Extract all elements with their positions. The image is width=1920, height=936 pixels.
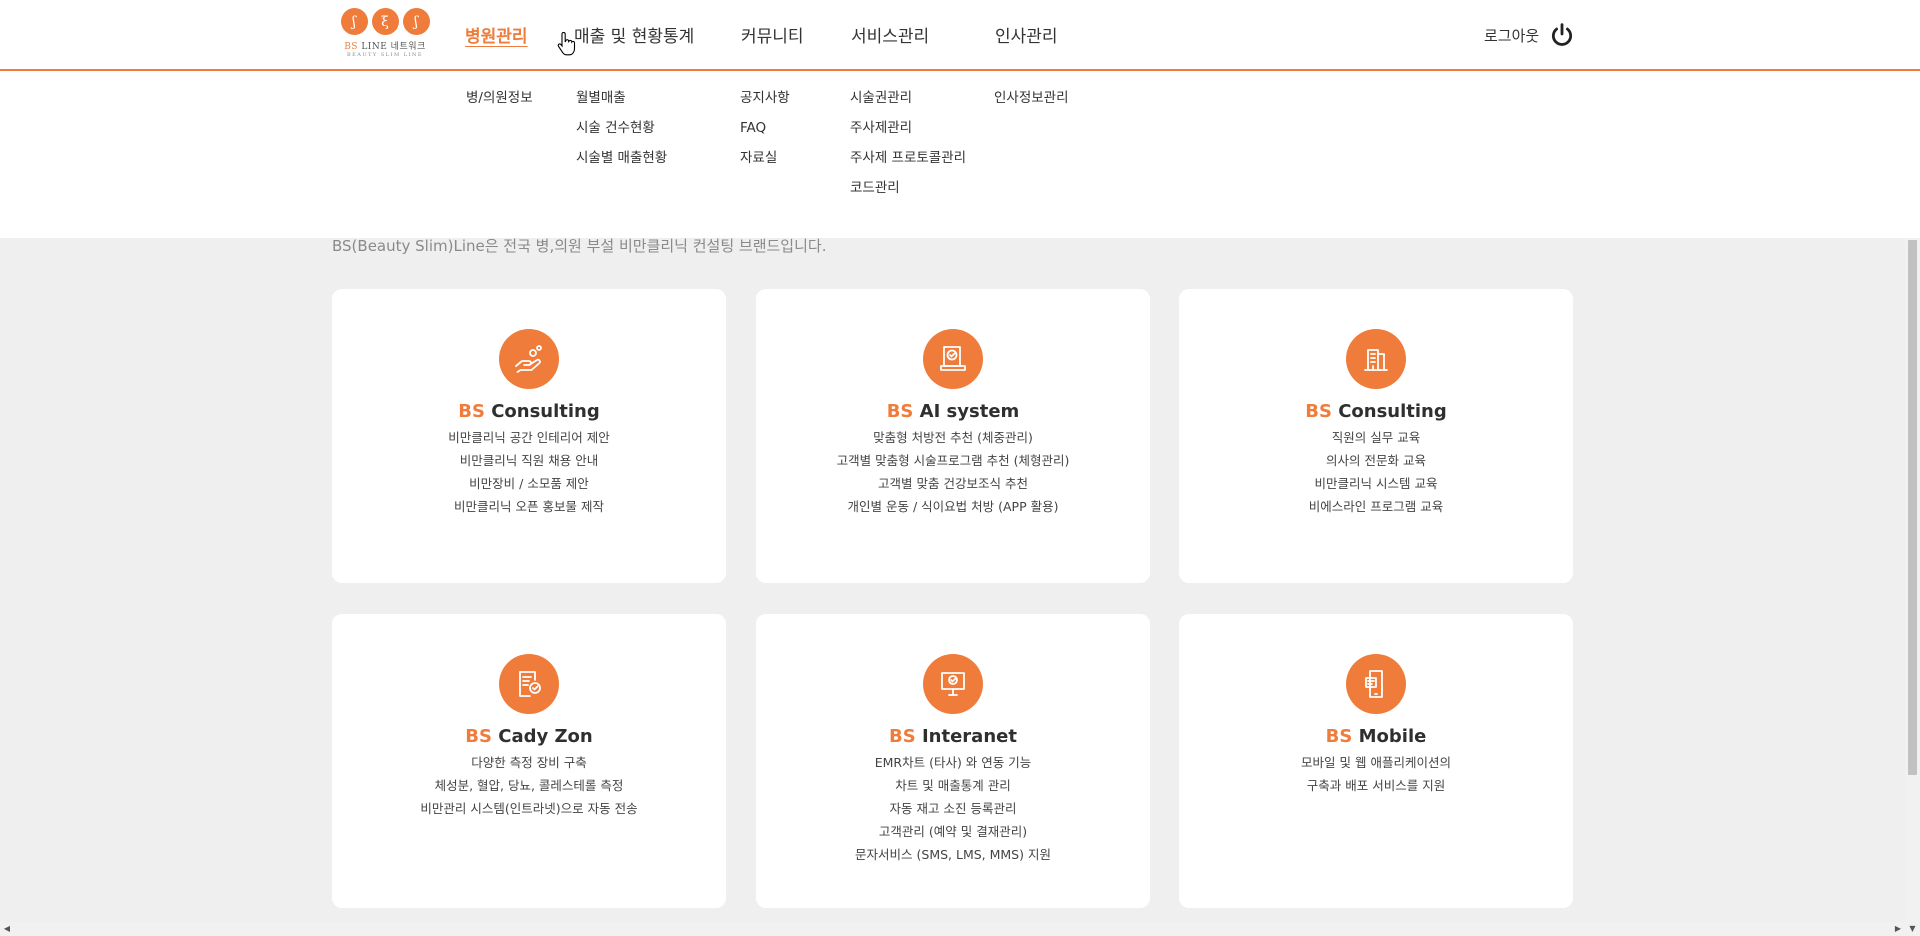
card-line: 모바일 및 웹 애플리케이션의 [1301, 755, 1451, 770]
logo-bs: BS [344, 42, 358, 52]
card-title: BS Cady Zon [332, 726, 726, 747]
submenu-item-monthly-sales[interactable]: 월별매출 [576, 89, 667, 107]
card-title: BS AI system [756, 401, 1150, 422]
hand-cursor-icon [557, 32, 576, 56]
card-line: EMR차트 (타사) 와 연동 기능 [874, 755, 1032, 770]
card-title: BS Mobile [1179, 726, 1573, 747]
horizontal-scrollbar[interactable]: ◀ ▶ [0, 922, 1905, 936]
document-check-icon [923, 329, 983, 389]
logo-tagline: BEAUTY SLIM LINE [346, 52, 424, 58]
submenu-item-injection-protocol[interactable]: 주사제 프로토콜관리 [850, 149, 966, 167]
intro-text: BS(Beauty Slim)Line은 전국 병,의원 부설 비만클리닉 컨설… [332, 237, 827, 255]
card-title-bs: BS [886, 401, 914, 422]
card-line: 차트 및 매출통계 관리 [895, 778, 1011, 793]
submenu-item-resources[interactable]: 자료실 [740, 149, 790, 167]
submenu-sales: 월별매출 시술 건수현황 시술별 매출현황 [576, 89, 667, 167]
card-line: 직원의 실무 교육 [1331, 430, 1421, 445]
submenu-item-faq[interactable]: FAQ [740, 119, 790, 137]
logo-circle: ʃ [402, 8, 430, 35]
scroll-left-arrow-icon[interactable]: ◀ [0, 922, 14, 936]
service-card: BS Interanet EMR차트 (타사) 와 연동 기능 차트 및 매출통… [756, 614, 1150, 908]
card-line: 고객별 맞춤형 시술프로그램 추천 (체형관리) [836, 453, 1070, 468]
card-line: 자동 재고 소진 등록관리 [889, 801, 1017, 816]
nav-hr-management[interactable]: 인사관리 [995, 22, 1058, 47]
submenu-hr: 인사정보관리 [994, 89, 1069, 107]
submenu-hospital: 병/의원정보 [466, 89, 533, 107]
submenu-item-procedure-sales[interactable]: 시술별 매출현황 [576, 149, 667, 167]
card-line: 비만장비 / 소모품 제안 [469, 476, 589, 491]
card-title: BS Consulting [332, 401, 726, 422]
submenu-item-code[interactable]: 코드관리 [850, 179, 966, 197]
hand-coins-icon [499, 329, 559, 389]
card-line: 의사의 전문화 교육 [1326, 453, 1426, 468]
logo-circle: ξ [371, 8, 399, 35]
service-card: BS Mobile 모바일 및 웹 애플리케이션의 구축과 배포 서비스를 지원 [1179, 614, 1573, 908]
logo-brand: LINE 네트워크 [357, 42, 426, 52]
card-title: BS Consulting [1179, 401, 1573, 422]
logo-circle: ʃ [340, 8, 368, 35]
card-line: 구축과 배포 서비스를 지원 [1306, 778, 1446, 793]
card-line: 체성분, 혈압, 당뇨, 콜레스테롤 측정 [434, 778, 624, 793]
card-line: 비에스라인 프로그램 교육 [1308, 499, 1444, 514]
checklist-icon [499, 654, 559, 714]
card-line: 비만클리닉 시스템 교육 [1314, 476, 1438, 491]
card-line: 비만클리닉 오픈 홍보물 제작 [454, 499, 604, 514]
card-title-bs: BS [889, 726, 916, 747]
card-title-text: Consulting [1331, 401, 1447, 422]
service-card: BS Cady Zon 다양한 측정 장비 구축 체성분, 혈압, 당뇨, 콜레… [332, 614, 726, 908]
card-line: 문자서비스 (SMS, LMS, MMS) 지원 [855, 847, 1051, 862]
card-title-text: AI system [913, 401, 1020, 422]
card-title-text: Consulting [484, 401, 600, 422]
card-line: 다양한 측정 장비 구축 [471, 755, 587, 770]
mobile-icon [1346, 654, 1406, 714]
card-title-bs: BS [1325, 726, 1353, 747]
nav-community[interactable]: 커뮤니티 [741, 22, 804, 47]
card-title-bs: BS [465, 726, 492, 747]
nav-dropdown-panel: 병/의원정보 월별매출 시술 건수현황 시술별 매출현황 공지사항 FAQ 자료… [0, 71, 1920, 238]
scroll-down-arrow-icon[interactable]: ▼ [1905, 922, 1920, 936]
brand-logo[interactable]: ʃ ξ ʃ BS LINE 네트워크 BEAUTY SLIM LINE [338, 8, 432, 60]
scrollbar-thumb[interactable] [1908, 240, 1917, 775]
submenu-item-clinic-info[interactable]: 병/의원정보 [466, 89, 533, 107]
building-icon [1346, 329, 1406, 389]
card-title-text: Mobile [1352, 726, 1427, 747]
card-line: 비만클리닉 공간 인테리어 제안 [448, 430, 610, 445]
service-card: BS Consulting 비만클리닉 공간 인테리어 제안 비만클리닉 직원 … [332, 289, 726, 583]
card-line: 비만관리 시스템(인트라넷)으로 자동 전송 [420, 801, 638, 816]
vertical-scrollbar[interactable]: ▼ [1905, 238, 1920, 936]
card-title: BS Interanet [756, 726, 1150, 747]
submenu-item-procedure-count[interactable]: 시술 건수현황 [576, 119, 667, 137]
card-line: 개인별 운동 / 식이요법 처방 (APP 활용) [847, 499, 1059, 514]
logo-text: BS LINE 네트워크 [338, 39, 432, 52]
nav-hospital-management[interactable]: 병원관리 [465, 22, 528, 47]
logout-button[interactable]: 로그아웃 [1484, 22, 1575, 48]
nav-service-management[interactable]: 서비스관리 [851, 22, 929, 47]
card-title-bs: BS [458, 401, 485, 422]
submenu-item-hr-info[interactable]: 인사정보관리 [994, 89, 1069, 107]
card-line: 맞춤형 처방전 추천 (체중관리) [873, 430, 1033, 445]
card-line: 비만클리닉 직원 채용 안내 [459, 453, 599, 468]
submenu-service: 시술권관리 주사제관리 주사제 프로토콜관리 코드관리 [850, 89, 966, 197]
submenu-community: 공지사항 FAQ 자료실 [740, 89, 790, 167]
service-card: BS Consulting 직원의 실무 교육 의사의 전문화 교육 비만클리닉… [1179, 289, 1573, 583]
card-title-text: Interanet [915, 726, 1017, 747]
card-line: 고객관리 (예약 및 결재관리) [878, 824, 1028, 839]
card-title-text: Cady Zon [491, 726, 593, 747]
submenu-item-notice[interactable]: 공지사항 [740, 89, 790, 107]
submenu-item-injection[interactable]: 주사제관리 [850, 119, 966, 137]
card-line: 고객별 맞춤 건강보조식 추천 [878, 476, 1028, 491]
monitor-check-icon [923, 654, 983, 714]
logout-label: 로그아웃 [1484, 26, 1540, 45]
submenu-item-ticket[interactable]: 시술권관리 [850, 89, 966, 107]
top-header: ʃ ξ ʃ BS LINE 네트워크 BEAUTY SLIM LINE 병원관리… [0, 0, 1920, 71]
nav-sales-statistics[interactable]: 매출 및 현황통계 [574, 22, 694, 47]
service-card: BS AI system 맞춤형 처방전 추천 (체중관리) 고객별 맞춤형 시… [756, 289, 1150, 583]
power-icon [1552, 23, 1573, 46]
scroll-right-arrow-icon[interactable]: ▶ [1891, 922, 1905, 936]
card-title-bs: BS [1305, 401, 1332, 422]
